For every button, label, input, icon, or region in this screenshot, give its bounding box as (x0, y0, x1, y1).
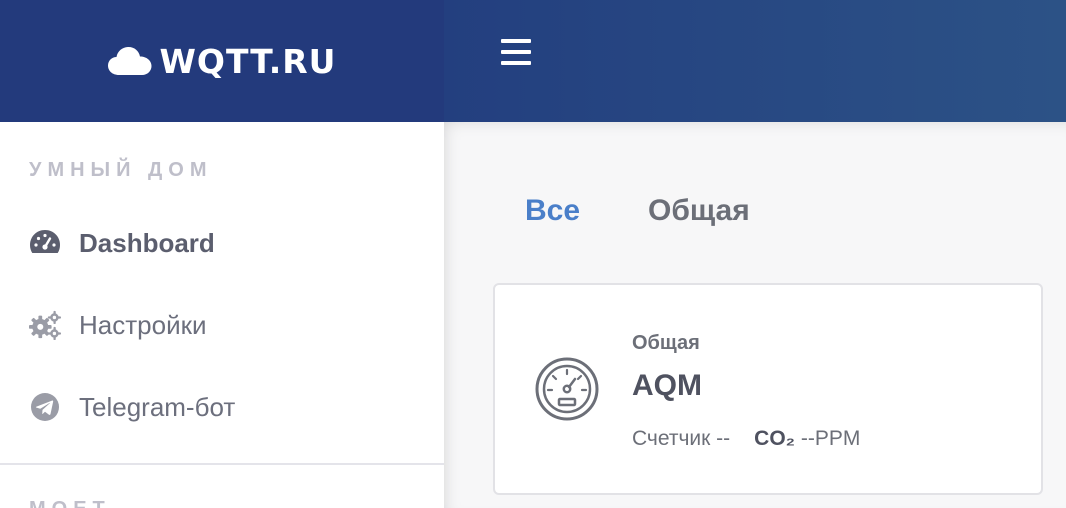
tab-general[interactable]: Общая (648, 194, 750, 228)
brand-bar: WQTT.RU (0, 0, 444, 122)
tab-all[interactable]: Все (525, 194, 580, 228)
sidebar-item-label: Telegram-бот (79, 391, 236, 422)
cogs-icon (29, 309, 61, 341)
telegram-icon (29, 391, 61, 423)
sidebar-divider (0, 463, 444, 465)
device-group: Общая (632, 332, 700, 354)
co2-label: CO₂ (754, 427, 795, 450)
gauge-icon (535, 357, 599, 421)
sidebar-item-dashboard[interactable]: Dashboard (29, 227, 215, 259)
sidebar-item-label: Dashboard (79, 227, 215, 258)
counter-reading: Счетчик -- (632, 427, 731, 450)
device-card[interactable]: Общая AQM Счетчик -- CO₂ --PPM (493, 283, 1043, 495)
sidebar-section-label: МОЕТ (29, 498, 111, 508)
brand-name: WQTT.RU (159, 41, 337, 81)
sidebar-item-telegram[interactable]: Telegram-бот (29, 391, 235, 423)
sidebar-section-label: УМНЫЙ ДОМ (29, 159, 213, 181)
device-name: AQM (632, 369, 702, 402)
sidebar-item-label: Настройки (79, 309, 207, 340)
tachometer-icon (29, 227, 61, 259)
sidebar: УМНЫЙ ДОМ Dashboard Настройки Telegram-б… (0, 122, 444, 508)
brand-logo[interactable]: WQTT.RU (107, 41, 337, 81)
co2-reading: CO₂ --PPM (754, 427, 860, 451)
cloud-icon (107, 47, 152, 75)
device-readings: Счетчик -- CO₂ --PPM (632, 427, 860, 451)
top-navbar (444, 0, 1066, 122)
main-content: Все Общая Общая AQM Счетчик -- CO₂ --PPM (444, 122, 1066, 508)
hamburger-icon[interactable] (501, 39, 531, 65)
co2-value: --PPM (800, 427, 861, 450)
sidebar-item-settings[interactable]: Настройки (29, 309, 207, 341)
